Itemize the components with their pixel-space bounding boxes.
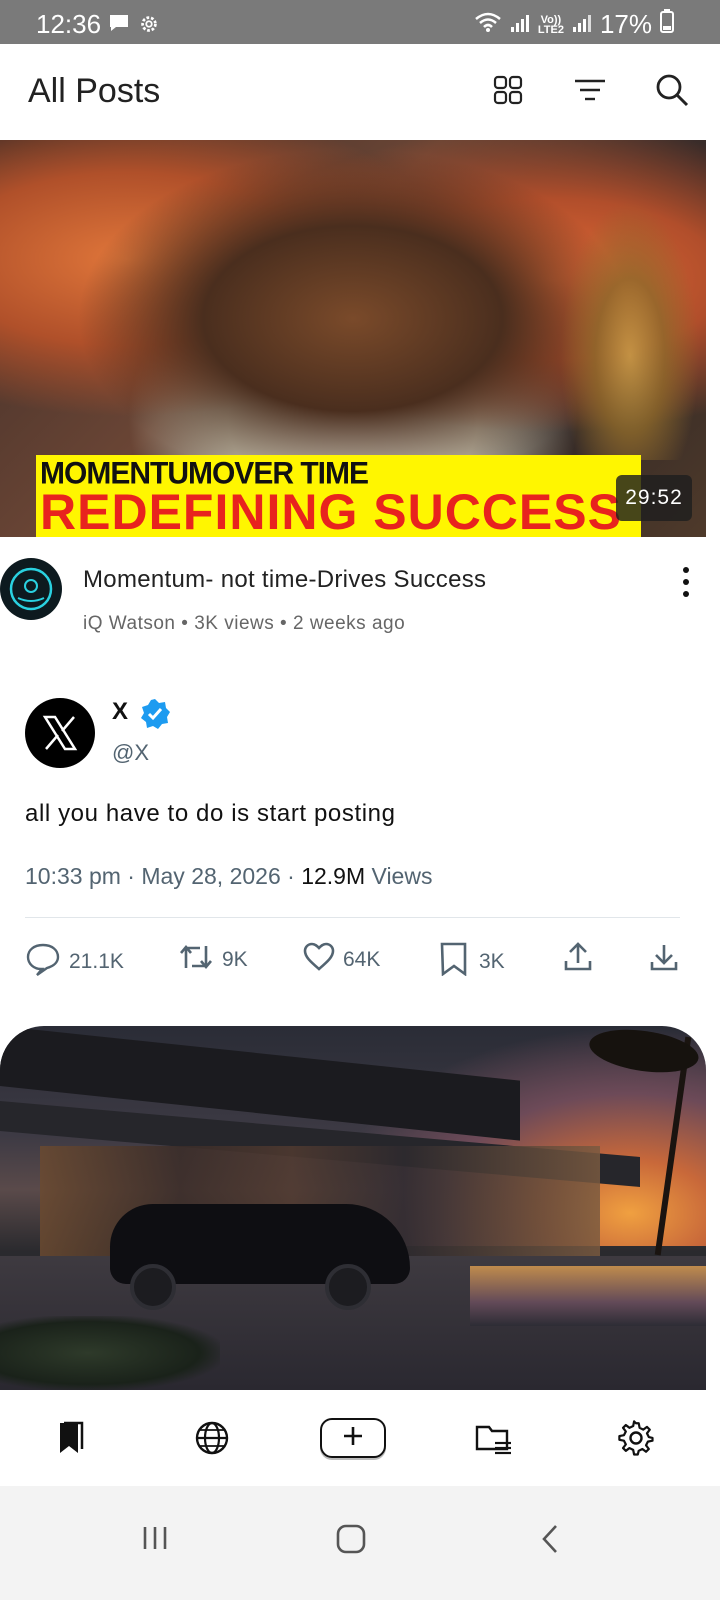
settings-gear-icon: [138, 13, 160, 40]
system-navigation: [0, 1486, 720, 1600]
image-pool: [470, 1266, 706, 1326]
views-count: 12.9M: [301, 863, 366, 889]
bottom-navigation: [0, 1390, 720, 1486]
battery-percent: 17%: [599, 9, 652, 39]
post-date: May 28, 2026: [141, 863, 281, 889]
folder-list-icon[interactable]: [474, 1418, 514, 1458]
image-car-wheel: [325, 1264, 371, 1310]
signal-icon: [510, 9, 530, 40]
image-plants: [0, 1316, 220, 1390]
repost-count: 9K: [222, 948, 248, 971]
globe-icon[interactable]: [192, 1418, 232, 1458]
repost-icon: [178, 942, 214, 978]
filter-icon[interactable]: [572, 72, 608, 108]
post-time: 10:33 pm: [25, 863, 121, 889]
thumbnail-background: [560, 200, 700, 460]
home-icon[interactable]: [336, 1524, 366, 1559]
app-header: All Posts: [0, 44, 720, 140]
reply-button[interactable]: 21.1K: [25, 942, 124, 982]
signal-icon: [572, 9, 592, 40]
separator: •: [181, 613, 189, 634]
bookmark-icon: [437, 942, 471, 982]
network-label: Vo)) LTE2: [537, 13, 564, 36]
channel-avatar[interactable]: [0, 558, 62, 620]
network-lte: LTE2: [537, 23, 564, 36]
bookmarks-icon[interactable]: [50, 1418, 90, 1458]
battery-icon: [660, 9, 674, 40]
page-title: All Posts: [28, 72, 161, 110]
share-icon[interactable]: [563, 942, 593, 972]
thumbnail-banner: MOMENTUMOVER TIME REDEFINING SUCCESS: [36, 455, 641, 537]
author-handle[interactable]: @X: [112, 740, 149, 766]
view-count: 3K views: [194, 613, 275, 634]
heart-icon: [303, 942, 335, 978]
separator: •: [280, 613, 288, 634]
status-bar: 12:36 Vo)) LTE2 17%: [0, 0, 720, 44]
post-actions: 21.1K 9K 64K 3K: [25, 942, 685, 982]
network-volte: Vo)): [540, 13, 562, 26]
upload-age: 2 weeks ago: [292, 613, 406, 634]
repost-button[interactable]: 9K: [178, 942, 248, 978]
grid-view-icon[interactable]: [490, 72, 526, 108]
like-button[interactable]: 64K: [303, 942, 380, 978]
video-meta: Momentum- not time-Drives Success iQ Wat…: [0, 558, 720, 648]
x-logo-avatar[interactable]: [25, 698, 95, 768]
x-post-card[interactable]: X @X all you have to do is start posting…: [0, 690, 720, 1000]
image-car-wheel: [130, 1264, 176, 1310]
add-post-button[interactable]: [320, 1418, 386, 1458]
reply-icon: [25, 942, 61, 982]
add-icon: [342, 1425, 364, 1452]
bookmark-button[interactable]: 3K: [437, 942, 505, 982]
post-image[interactable]: [0, 1026, 706, 1390]
divider: [25, 917, 680, 918]
author-name[interactable]: X: [112, 698, 128, 726]
video-duration: 29:52: [616, 475, 692, 521]
search-icon[interactable]: [654, 72, 690, 108]
settings-icon[interactable]: [616, 1418, 656, 1458]
recent-apps-icon[interactable]: [140, 1524, 170, 1557]
like-count: 64K: [343, 948, 381, 971]
back-icon[interactable]: [540, 1524, 560, 1559]
status-time: 12:36: [36, 9, 102, 39]
meta-separator: ·: [287, 863, 295, 889]
wifi-icon: [474, 9, 502, 40]
verified-badge-icon: [139, 698, 171, 735]
bookmark-count: 3K: [479, 950, 505, 973]
post-meta: 10:33 pm · May 28, 2026 · 12.9M Views: [25, 863, 432, 890]
post-text: all you have to do is start posting: [25, 800, 396, 827]
more-options-icon[interactable]: [676, 564, 696, 600]
reply-count: 21.1K: [69, 950, 124, 973]
download-icon[interactable]: [649, 942, 679, 972]
meta-separator: ·: [127, 863, 135, 889]
channel-name[interactable]: iQ Watson: [83, 613, 176, 634]
banner-main-text: REDEFINING SUCCESS: [40, 484, 622, 537]
views-label: Views: [371, 863, 433, 889]
video-subtitle: iQ Watson • 3K views • 2 weeks ago: [83, 613, 405, 635]
video-title[interactable]: Momentum- not time-Drives Success: [83, 566, 486, 594]
chat-bubble-icon: [108, 13, 130, 40]
